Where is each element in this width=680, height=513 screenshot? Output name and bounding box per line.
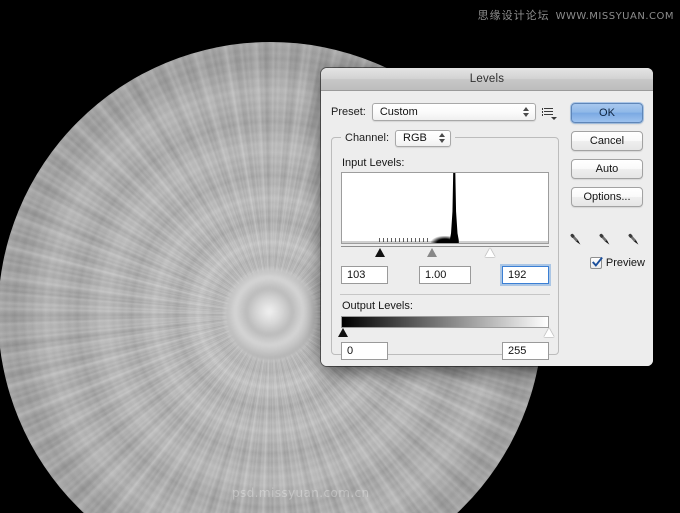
output-gradient-bar [341,316,549,328]
watermark-url-text: WWW.MISSYUAN.COM [555,11,674,22]
input-white-point-handle[interactable] [485,248,495,257]
output-black-field[interactable]: 0 [341,342,388,360]
ok-button[interactable]: OK [571,103,643,123]
preset-label: Preset: [331,106,366,118]
channel-row: Channel: RGB [341,129,456,147]
preset-row: Preset: Custom [331,103,557,121]
histogram-main-spike [449,173,459,243]
checkmark-icon [591,257,603,267]
set-black-point-eyedropper[interactable] [567,231,585,249]
preview-label: Preview [605,257,645,269]
preset-dropdown[interactable]: Custom [371,103,536,121]
input-slider-track [341,246,549,247]
output-levels-slider[interactable] [338,328,554,340]
input-levels-label: Input Levels: [342,157,405,169]
levels-dialog: Levels Preset: Custom Channel: RGB Input… [321,68,653,366]
dialog-button-column: OK Cancel Auto Options... [571,103,643,207]
input-black-point-handle[interactable] [375,248,385,257]
set-gray-point-eyedropper[interactable] [596,231,614,249]
input-gamma-field[interactable]: 1.00 [419,266,471,284]
channel-group: Channel: RGB Input Levels: 103 1.00 192 … [331,129,559,360]
input-black-field[interactable]: 103 [341,266,388,284]
dialog-titlebar[interactable]: Levels [321,68,653,91]
output-levels-label: Output Levels: [342,300,413,312]
input-histogram[interactable] [341,172,549,244]
dialog-body: Preset: Custom Channel: RGB Input Levels… [321,91,653,366]
watermark-top-right: 思缘设计论坛 WWW.MISSYUAN.COM [478,7,674,23]
input-levels-slider[interactable] [341,246,549,260]
eyedropper-row [567,231,643,249]
output-white-field[interactable]: 255 [502,342,549,360]
screenshot-canvas: 思缘设计论坛 WWW.MISSYUAN.COM psd.missyuan.com.… [0,0,680,513]
input-gamma-handle[interactable] [427,248,437,257]
channel-label: Channel: [345,132,390,144]
output-black-point-handle[interactable] [338,328,348,337]
preset-value: Custom [379,106,418,118]
chevron-updown-icon [438,132,445,144]
chevron-updown-icon [523,106,530,118]
auto-button[interactable]: Auto [571,159,643,179]
watermark-center-bottom: psd.missyuan.com.cn [232,486,370,500]
preset-options-menu-icon[interactable] [541,105,557,120]
channel-value: RGB [403,132,427,144]
dialog-title: Levels [469,73,505,85]
set-white-point-eyedropper[interactable] [625,231,643,249]
preview-checkbox[interactable] [589,257,603,269]
histogram-low-tail [379,238,429,242]
options-button[interactable]: Options... [571,187,643,207]
cancel-button[interactable]: Cancel [571,131,643,151]
preview-row[interactable]: Preview [589,257,645,269]
input-white-field[interactable]: 192 [502,266,549,284]
channel-dropdown[interactable]: RGB [395,129,452,147]
watermark-cn-text: 思缘设计论坛 [477,9,550,22]
group-divider [340,294,550,295]
output-white-point-handle[interactable] [544,328,554,337]
